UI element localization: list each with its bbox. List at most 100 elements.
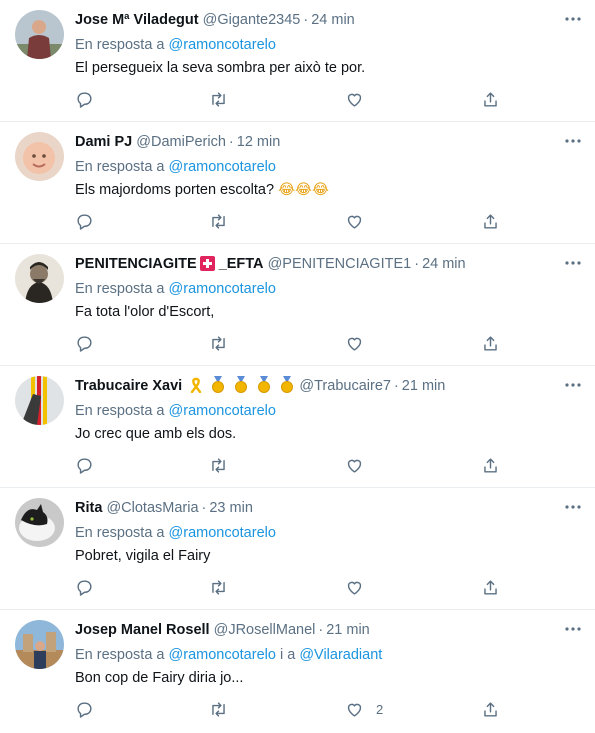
retweet-icon bbox=[212, 701, 225, 717]
timestamp[interactable]: 23 min bbox=[209, 500, 253, 516]
timestamp[interactable]: 24 min bbox=[311, 12, 355, 28]
user-handle[interactable]: @PENITENCIAGITE1 bbox=[268, 256, 412, 272]
retweet-button[interactable] bbox=[209, 210, 228, 232]
retweet-icon bbox=[212, 213, 225, 229]
display-name[interactable]: Rita bbox=[75, 500, 102, 516]
like-button[interactable]: 2 bbox=[345, 698, 383, 720]
reply-prefix: En resposta a bbox=[75, 159, 165, 175]
like-button[interactable] bbox=[345, 454, 376, 476]
display-name[interactable]: Jose Mª Viladegut bbox=[75, 12, 199, 28]
mention-link[interactable]: @ramoncotarelo bbox=[169, 37, 276, 53]
tweet-text: Els majordoms porten escolta? 😂😂😂 bbox=[75, 180, 580, 200]
reply-button[interactable] bbox=[75, 576, 94, 598]
timestamp[interactable]: 21 min bbox=[402, 378, 446, 394]
avatar[interactable] bbox=[15, 254, 64, 303]
retweet-button[interactable] bbox=[209, 576, 228, 598]
medal-icon bbox=[279, 376, 295, 399]
tweet-header: Dami PJ @DamiPerich · 12 min bbox=[75, 132, 580, 152]
display-name[interactable]: Trabucaire Xavi bbox=[75, 378, 182, 394]
share-button[interactable] bbox=[481, 454, 500, 476]
more-icon[interactable] bbox=[564, 254, 582, 272]
share-button[interactable] bbox=[481, 210, 500, 232]
reply-joiner: i a bbox=[279, 647, 296, 663]
retweet-button[interactable] bbox=[209, 332, 228, 354]
like-button[interactable] bbox=[345, 332, 376, 354]
like-button[interactable] bbox=[345, 88, 376, 110]
tweet[interactable]: Trabucaire Xavi @Trabucaire7 · 21 min En r… bbox=[0, 366, 595, 488]
mention-link[interactable]: @ramoncotarelo bbox=[169, 525, 276, 541]
laughing-emoji: 😂😂😂 bbox=[278, 182, 329, 198]
tweet[interactable]: Josep Manel Rosell @JRosellManel · 21 min … bbox=[0, 610, 595, 733]
tweet-header: Josep Manel Rosell @JRosellManel · 21 min bbox=[75, 620, 580, 640]
tweet-text: Jo crec que amb els dos. bbox=[75, 426, 237, 442]
mention-link[interactable]: @ramoncotarelo bbox=[169, 281, 276, 297]
share-icon bbox=[484, 335, 497, 351]
medal-icon bbox=[210, 376, 226, 399]
share-button[interactable] bbox=[481, 332, 500, 354]
mention-link[interactable]: @ramoncotarelo bbox=[169, 403, 276, 419]
share-button[interactable] bbox=[481, 576, 500, 598]
medal-icon bbox=[256, 376, 272, 399]
reply-context: En resposta a @ramoncotarelo i a @Vilara… bbox=[75, 645, 580, 665]
retweet-icon bbox=[212, 457, 225, 473]
avatar[interactable] bbox=[15, 620, 64, 669]
reply-prefix: En resposta a bbox=[75, 281, 165, 297]
tweet[interactable]: Jose Mª Viladegut @Gigante2345 · 24 min En… bbox=[0, 0, 595, 122]
timestamp[interactable]: 24 min bbox=[422, 256, 466, 272]
reply-button[interactable] bbox=[75, 454, 94, 476]
share-button[interactable] bbox=[481, 698, 500, 720]
separator-dot: · bbox=[393, 378, 399, 394]
avatar[interactable] bbox=[15, 10, 64, 59]
user-handle[interactable]: @JRosellManel bbox=[214, 622, 316, 638]
mention-link[interactable]: @Vilaradiant bbox=[299, 647, 382, 663]
timestamp[interactable]: 21 min bbox=[326, 622, 370, 638]
like-button[interactable] bbox=[345, 576, 376, 598]
display-name[interactable]: Josep Manel Rosell bbox=[75, 622, 210, 638]
display-name[interactable]: Dami PJ bbox=[75, 134, 132, 150]
retweet-button[interactable] bbox=[209, 698, 228, 720]
user-handle[interactable]: @Gigante2345 bbox=[203, 12, 301, 28]
display-name-suffix[interactable]: _EFTA bbox=[219, 256, 264, 272]
like-button[interactable] bbox=[345, 210, 376, 232]
more-icon[interactable] bbox=[564, 10, 582, 28]
more-icon[interactable] bbox=[564, 132, 582, 150]
user-handle[interactable]: @Trabucaire7 bbox=[299, 378, 391, 394]
mention-link[interactable]: @ramoncotarelo bbox=[169, 159, 276, 175]
share-button[interactable] bbox=[481, 88, 500, 110]
reply-prefix: En resposta a bbox=[75, 525, 165, 541]
separator-dot: · bbox=[303, 12, 309, 28]
avatar[interactable] bbox=[15, 132, 64, 181]
reply-button[interactable] bbox=[75, 88, 94, 110]
tweet[interactable]: Rita @ClotasMaria · 23 min En resposta a @… bbox=[0, 488, 595, 610]
more-icon[interactable] bbox=[564, 498, 582, 516]
more-icon[interactable] bbox=[564, 620, 582, 638]
reply-button[interactable] bbox=[75, 332, 94, 354]
more-icon[interactable] bbox=[564, 376, 582, 394]
timestamp[interactable]: 12 min bbox=[237, 134, 281, 150]
share-icon bbox=[484, 213, 497, 229]
tweet-actions bbox=[75, 88, 515, 110]
like-icon bbox=[347, 93, 362, 107]
reply-icon bbox=[77, 701, 92, 718]
reply-context: En resposta a @ramoncotarelo bbox=[75, 401, 580, 421]
reply-button[interactable] bbox=[75, 210, 94, 232]
retweet-button[interactable] bbox=[209, 454, 228, 476]
user-handle[interactable]: @DamiPerich bbox=[136, 134, 226, 150]
tweet[interactable]: PENITENCIAGITE _EFTA @PENITENCIAGITE1 · 24… bbox=[0, 244, 595, 366]
reply-icon bbox=[77, 91, 92, 108]
tweet-actions bbox=[75, 210, 515, 232]
reply-button[interactable] bbox=[75, 698, 94, 720]
reply-context: En resposta a @ramoncotarelo bbox=[75, 279, 580, 299]
tweet-header: Jose Mª Viladegut @Gigante2345 · 24 min bbox=[75, 10, 580, 30]
mention-link[interactable]: @ramoncotarelo bbox=[169, 647, 276, 663]
separator-dot: · bbox=[414, 256, 420, 272]
tweet[interactable]: Dami PJ @DamiPerich · 12 min En resposta a… bbox=[0, 122, 595, 244]
like-icon bbox=[347, 703, 362, 717]
user-handle[interactable]: @ClotasMaria bbox=[106, 500, 198, 516]
avatar[interactable] bbox=[15, 498, 64, 547]
yellow-ribbon-icon bbox=[189, 377, 203, 399]
retweet-button[interactable] bbox=[209, 88, 228, 110]
display-name[interactable]: PENITENCIAGITE bbox=[75, 256, 197, 272]
avatar[interactable] bbox=[15, 376, 64, 425]
reply-context: En resposta a @ramoncotarelo bbox=[75, 157, 580, 177]
